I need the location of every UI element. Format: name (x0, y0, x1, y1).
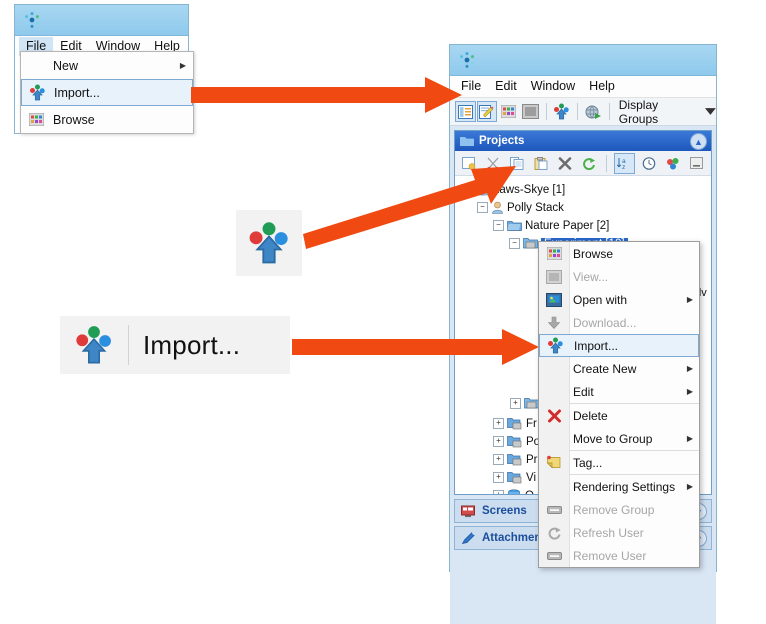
download-arrow-icon (539, 316, 569, 330)
context-item-label: Download... (573, 315, 637, 330)
context-item-label: Delete (573, 408, 608, 423)
open-with-icon (539, 292, 569, 307)
context-item-download[interactable]: Download... (539, 311, 699, 334)
context-item-label: Remove User (573, 548, 647, 563)
chevron-right-icon: ▶ (686, 295, 693, 304)
remove-bar-icon (539, 550, 569, 562)
context-item-delete[interactable]: Delete (539, 404, 699, 427)
import-users-icon (540, 337, 570, 354)
context-item-import[interactable]: Import... (539, 334, 699, 357)
delete-x-icon (539, 409, 569, 423)
context-item-label: Edit (573, 384, 594, 399)
chevron-right-icon: ▶ (686, 482, 693, 491)
context-item-create-new[interactable]: Create New ▶ (539, 357, 699, 380)
context-item-label: Tag... (573, 455, 603, 470)
refresh-gray-icon (539, 526, 569, 540)
context-item-edit[interactable]: Edit ▶ (539, 380, 699, 403)
context-item-remove-user[interactable]: Remove User (539, 544, 699, 567)
context-item-label: Browse (573, 246, 614, 261)
context-item-label: Rendering Settings (573, 479, 676, 494)
context-item-open-with[interactable]: Open with ▶ (539, 288, 699, 311)
tag-note-icon (539, 455, 569, 470)
context-item-label: View... (573, 269, 609, 284)
context-item-label: Refresh User (573, 525, 644, 540)
arrow-label-to-context-import (292, 329, 539, 365)
tree-context-menu[interactable]: Browse View... Open with ▶ Download... I… (538, 241, 700, 568)
context-item-label: Open with (573, 292, 628, 307)
context-item-refresh-user[interactable]: Refresh User (539, 521, 699, 544)
context-item-remove-group[interactable]: Remove Group (539, 498, 699, 521)
context-item-label: Create New (573, 361, 637, 376)
context-item-view[interactable]: View... (539, 265, 699, 288)
arrow-menu-to-toolbar (191, 77, 462, 113)
chevron-right-icon: ▶ (686, 434, 693, 443)
context-item-tag[interactable]: Tag... (539, 451, 699, 474)
context-item-browse[interactable]: Browse (539, 242, 699, 265)
browse-grid-icon (539, 247, 569, 260)
remove-bar-icon (539, 504, 569, 516)
context-item-label: Remove Group (573, 502, 655, 517)
context-item-move-to-group[interactable]: Move to Group ▶ (539, 427, 699, 450)
context-item-label: Move to Group (573, 431, 653, 446)
view-image-gray-icon (539, 269, 569, 284)
chevron-right-icon: ▶ (686, 364, 693, 373)
arrow-icon-to-toolbar (303, 166, 516, 249)
context-item-label: Import... (574, 338, 619, 353)
context-item-rendering-settings[interactable]: Rendering Settings ▶ (539, 475, 699, 498)
chevron-right-icon: ▶ (686, 387, 693, 396)
